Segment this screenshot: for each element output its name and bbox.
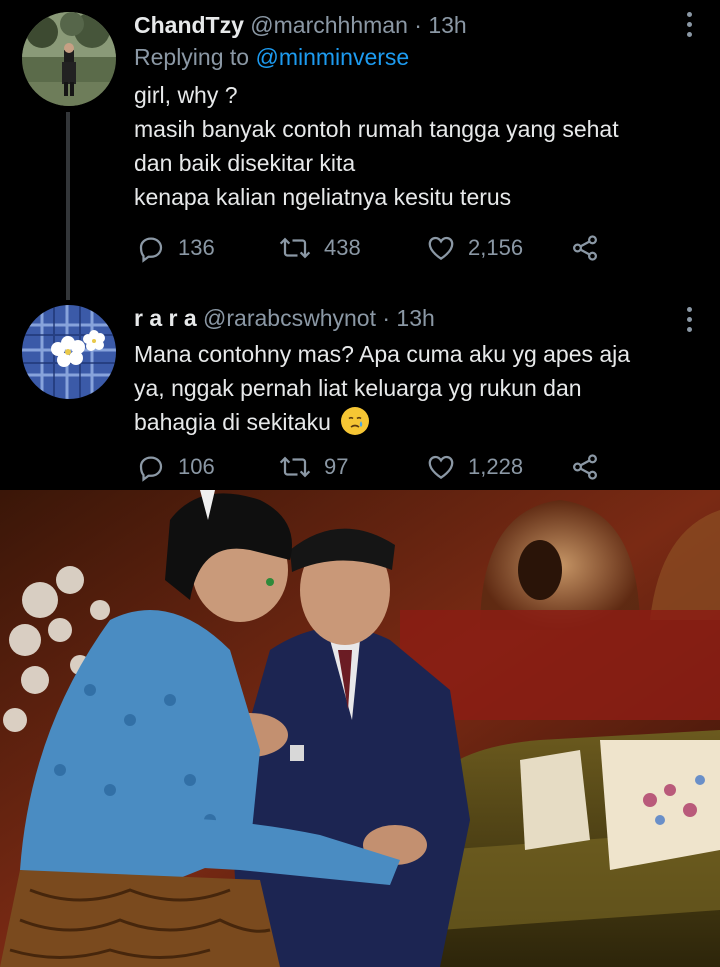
like-count: 1,228 <box>468 454 524 479</box>
more-options-button[interactable] <box>684 307 694 332</box>
tweet-actions: 106 97 1,228 <box>134 447 614 487</box>
user-handle[interactable]: @marchhhman <box>250 12 408 38</box>
tweet-text: girl, why ? masih banyak contoh rumah ta… <box>134 78 680 214</box>
tweet-2[interactable]: r a r a @rarabcswhynot · 13h Mana contoh… <box>0 295 720 490</box>
like-button[interactable]: 1,228 <box>426 447 523 487</box>
tweet-line-with-emoji: bahagia di sekitaku <box>134 405 680 439</box>
tweet-header: r a r a @rarabcswhynot · 13h <box>134 303 680 333</box>
share-icon <box>572 454 598 480</box>
replying-prefix: Replying to <box>134 44 250 70</box>
more-options-button[interactable] <box>684 12 694 37</box>
tweet-line: ya, nggak pernah liat keluarga yg rukun … <box>134 375 582 401</box>
like-icon <box>428 455 454 479</box>
reply-button[interactable]: 136 <box>136 228 215 268</box>
like-count: 2,156 <box>468 235 524 260</box>
like-button[interactable]: 2,156 <box>426 228 523 268</box>
reply-count: 136 <box>178 235 215 260</box>
tweet-line: bahagia di sekitaku <box>134 409 331 435</box>
reply-icon <box>139 237 163 263</box>
more-icon <box>686 12 692 17</box>
tweet-text: Mana contohny mas? Apa cuma aku yg apes … <box>134 337 680 439</box>
attached-photo[interactable] <box>0 490 720 967</box>
like-icon <box>428 236 454 260</box>
separator: · <box>414 12 422 38</box>
retweet-count: 97 <box>324 454 349 479</box>
tweet-line: masih banyak contoh rumah tangga yang se… <box>134 116 619 142</box>
tweet-line: Mana contohny mas? Apa cuma aku yg apes … <box>134 341 631 367</box>
tweet-actions: 136 438 2,156 <box>134 228 614 268</box>
reply-button[interactable]: 106 <box>136 447 215 487</box>
timestamp[interactable]: 13h <box>396 305 434 331</box>
tweet-1[interactable]: ChandTzy @marchhhman · 13h Replying to @… <box>0 0 720 290</box>
avatar[interactable] <box>22 12 116 106</box>
retweet-button[interactable]: 97 <box>278 447 348 487</box>
retweet-icon <box>279 456 311 478</box>
retweet-count: 438 <box>324 235 361 260</box>
reply-count: 106 <box>178 454 215 479</box>
tweet-line: dan baik disekitar kita <box>134 150 356 176</box>
timestamp[interactable]: 13h <box>428 12 466 38</box>
retweet-icon <box>279 237 311 259</box>
share-icon <box>572 235 598 261</box>
more-icon <box>686 307 692 312</box>
share-button[interactable] <box>570 228 600 268</box>
separator: · <box>382 305 391 331</box>
reply-icon <box>139 456 163 482</box>
replying-to: Replying to @minminverse <box>134 42 680 72</box>
display-name[interactable]: ChandTzy <box>134 12 244 38</box>
display-name[interactable]: r a r a <box>134 305 197 331</box>
tweet-line: girl, why ? <box>134 82 238 108</box>
avatar[interactable] <box>22 305 116 399</box>
user-handle[interactable]: @rarabcswhynot <box>203 305 376 331</box>
crying-face-emoji <box>341 407 370 435</box>
share-button[interactable] <box>570 447 600 487</box>
tweet-line: kenapa kalian ngeliatnya kesitu terus <box>134 184 512 210</box>
tweet-header: ChandTzy @marchhhman · 13h <box>134 10 680 40</box>
mention-link[interactable]: @minminverse <box>255 44 409 70</box>
retweet-button[interactable]: 438 <box>278 228 361 268</box>
